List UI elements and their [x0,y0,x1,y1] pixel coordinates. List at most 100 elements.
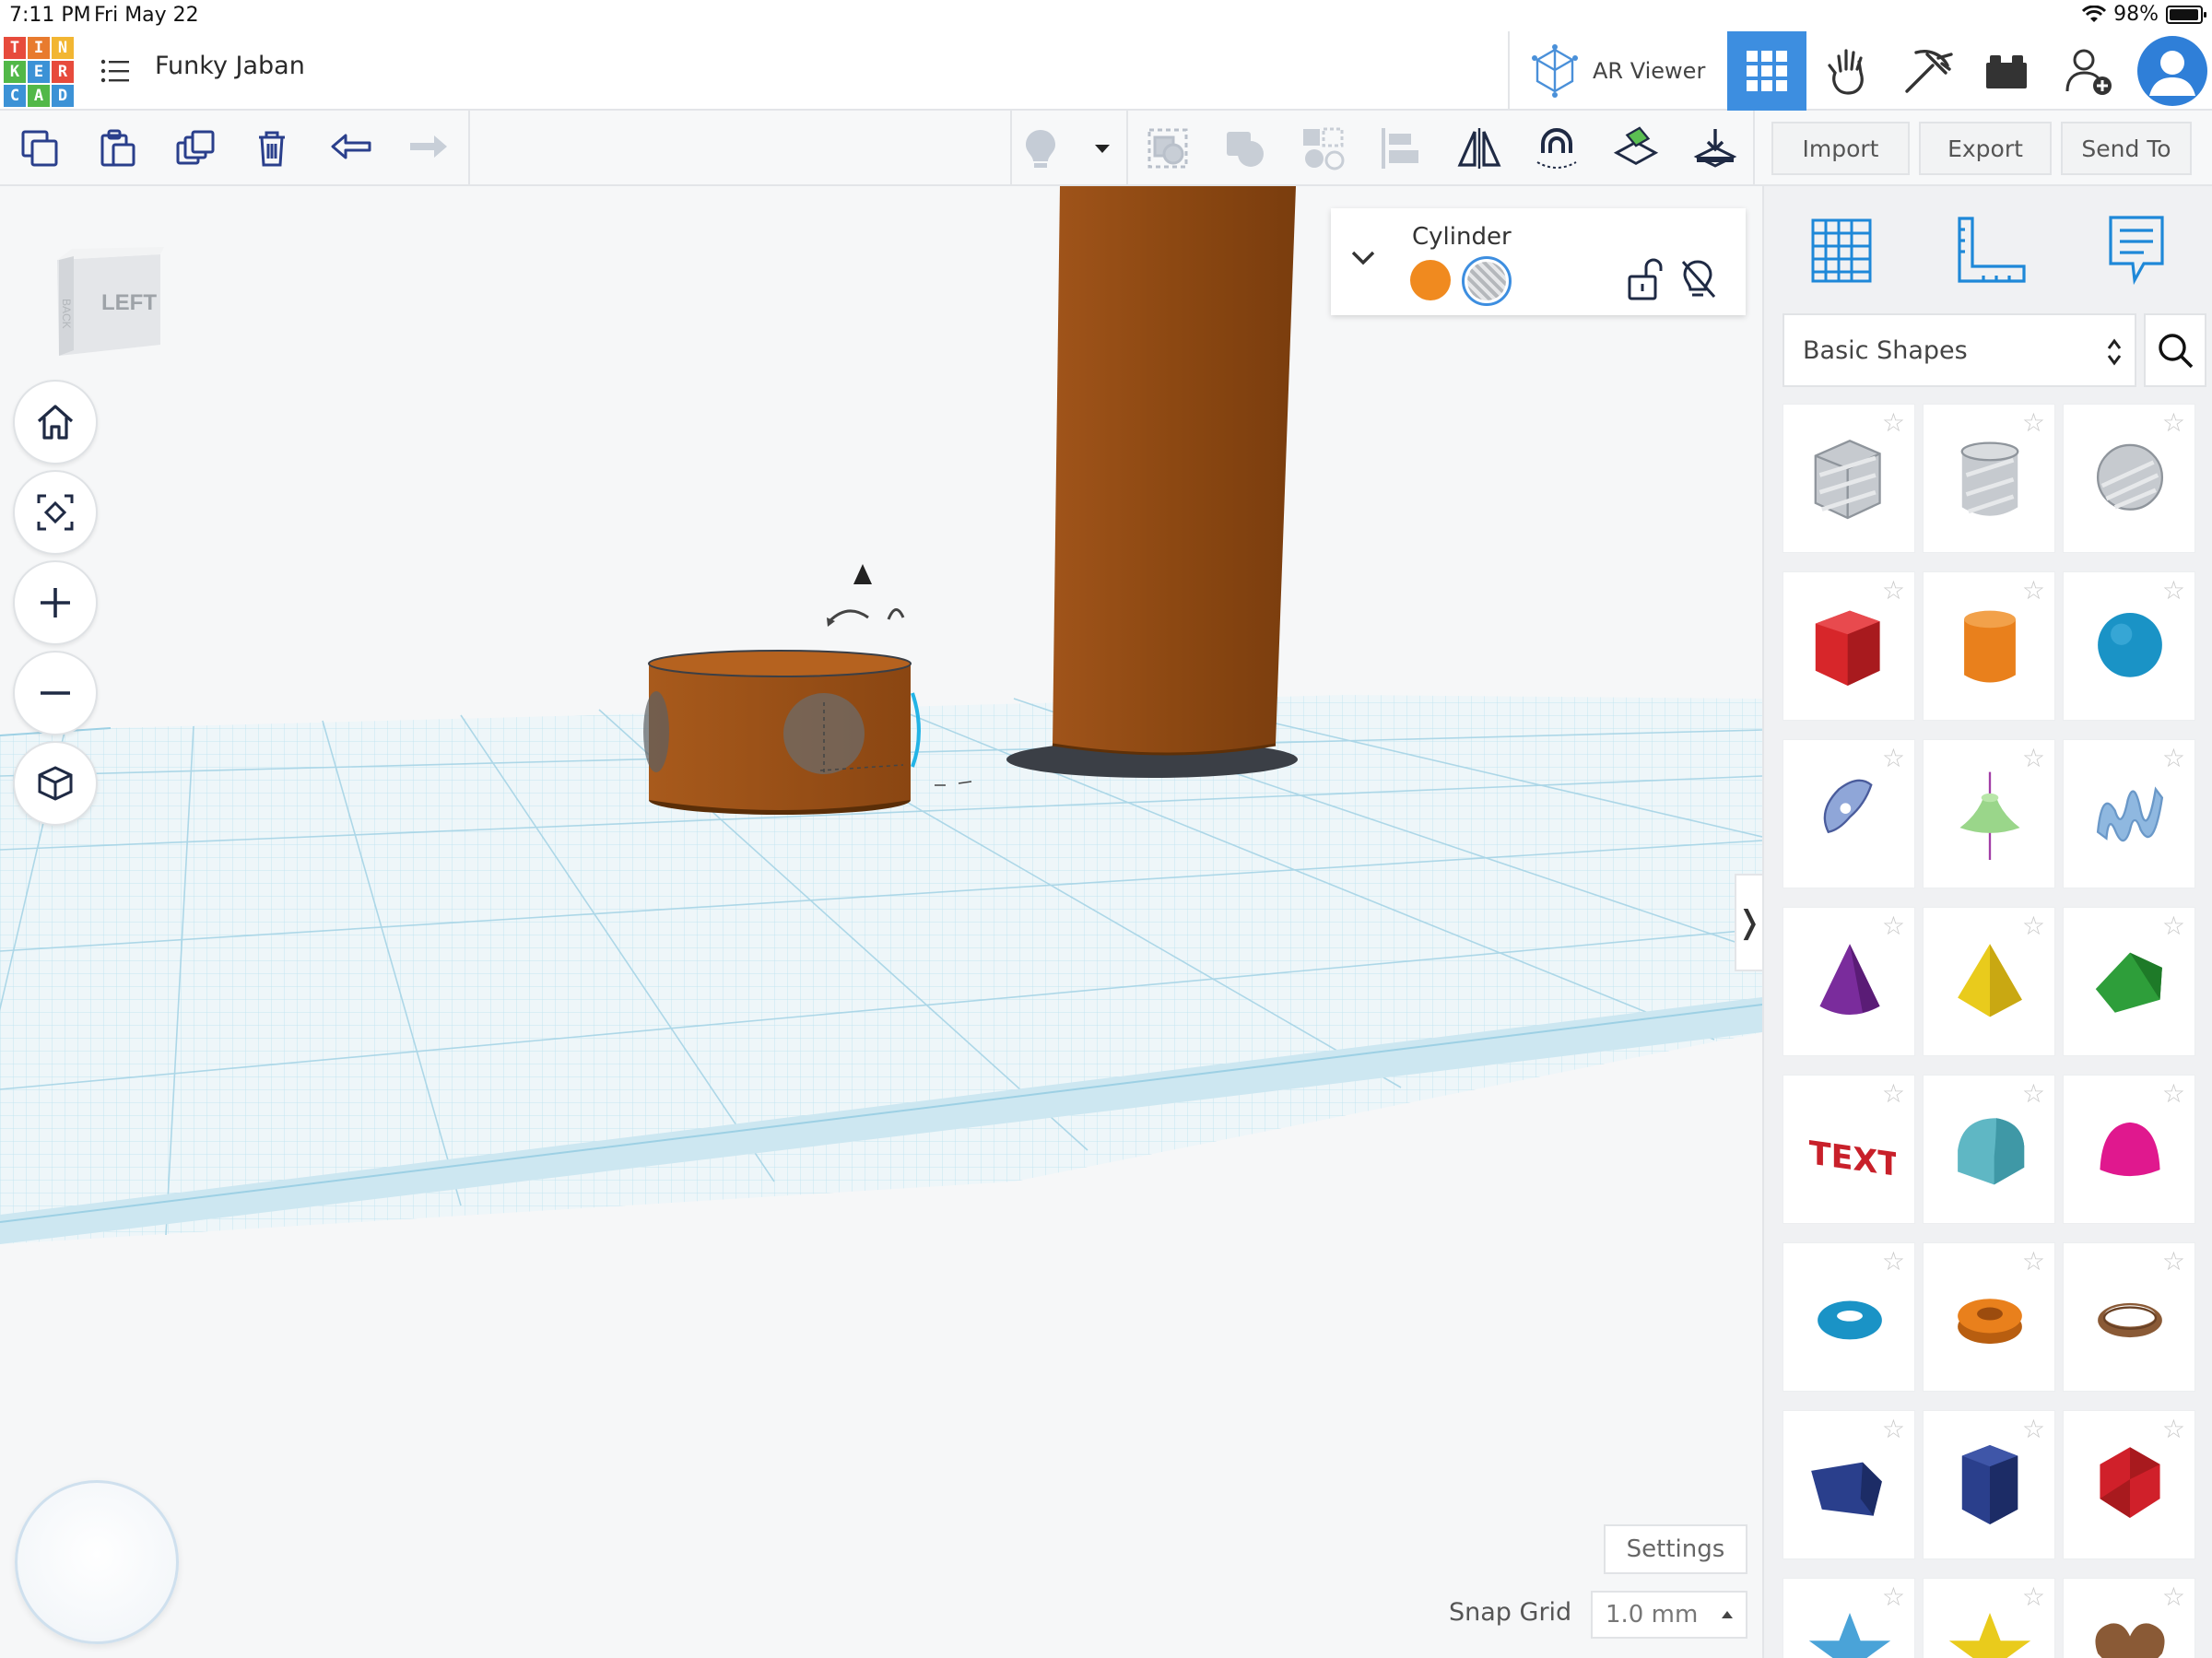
tinkercad-logo[interactable]: TIN KER CAD [4,37,74,107]
shape-ring[interactable]: ☆ [2063,1242,2195,1392]
logo-letter: C [4,85,26,107]
shape-cone[interactable]: ☆ [1783,907,1915,1056]
shape-text-wave[interactable]: ☆ [2063,739,2195,888]
logo-letter: A [28,85,50,107]
group-icon[interactable] [1145,125,1191,171]
fit-view-icon[interactable] [13,470,98,555]
shape-sphere[interactable]: ☆ [2063,571,2195,721]
logo-letter: E [28,61,50,83]
shape-star-yellow[interactable]: ☆ [1923,1578,2055,1658]
view-cube[interactable]: LEFT BACK [46,241,166,361]
align-icon[interactable] [1377,125,1423,171]
zoom-out-icon[interactable] [13,651,98,735]
shape-sphere-hole[interactable]: ☆ [2063,404,2195,553]
text-wave-icon [2096,786,2164,842]
settings-button[interactable]: Settings [1604,1524,1747,1574]
tinker-hand-icon[interactable] [1808,31,1888,111]
paste-icon[interactable] [94,125,140,171]
lift-arrow-icon[interactable] [853,564,872,584]
shape-box[interactable]: ☆ [1783,571,1915,721]
duplicate-icon[interactable] [171,125,218,171]
shape-tube[interactable]: ☆ [1923,1242,2055,1392]
hide-bulb-icon[interactable] [1677,256,1718,302]
orbit-joystick[interactable] [15,1480,179,1644]
delete-icon[interactable] [249,125,295,171]
ar-viewer-button[interactable]: AR Viewer [1508,31,1727,111]
dropdown-icon[interactable] [1080,125,1124,171]
snap-grid-select[interactable]: 1.0 mm [1591,1591,1747,1639]
pickaxe-icon[interactable] [1888,31,1967,111]
shape-text[interactable]: ☆ TEXT [1783,1075,1915,1224]
logo-letter: N [52,37,74,59]
unlock-icon[interactable] [1626,256,1663,302]
hole-swatch[interactable] [1462,256,1512,306]
profile-avatar[interactable] [2133,31,2212,111]
shape-box-hole[interactable]: ☆ [1783,404,1915,553]
shape-library-select[interactable]: Basic Shapes [1783,313,2136,387]
workplane-viewport[interactable]: LEFT BACK Cylinder Settings Snap Grid 1.… [0,186,1762,1658]
shape-heart[interactable]: ☆ [2063,1578,2195,1658]
ungroup-icon[interactable] [1222,125,1268,171]
tall-cylinder[interactable] [1053,186,1296,754]
rotate-handle-icon[interactable] [828,608,905,623]
design-menu-icon[interactable] [100,55,131,87]
shape-scribble[interactable]: ☆ [1783,739,1915,888]
magnet-icon[interactable] [1534,125,1580,171]
shape-roof[interactable]: ☆ [2063,907,2195,1056]
zoom-in-icon[interactable] [13,560,98,645]
send-to-button[interactable]: Send To [2061,122,2192,175]
home-view-icon[interactable] [13,380,98,464]
shape-torus[interactable]: ☆ [1783,1242,1915,1392]
undo-icon[interactable] [328,125,374,171]
status-time: 7:11 PM [9,4,91,27]
workplane-grid-icon[interactable] [1795,205,1888,297]
torus-icon [1818,1300,1882,1340]
ruler-icon[interactable] [1945,205,2037,297]
copy-icon[interactable] [17,125,63,171]
drop-icon[interactable] [1692,125,1738,171]
logo-letter: R [52,61,74,83]
add-user-icon[interactable] [2050,31,2129,111]
shape-half-cylinder[interactable]: ☆ [1923,1075,2055,1224]
ortho-view-icon[interactable] [13,741,98,826]
toolbar-divider [1753,111,1755,186]
notes-icon[interactable] [2090,205,2183,297]
mirror-icon[interactable] [1456,125,1502,171]
bricks-icon[interactable] [1967,31,2046,111]
snap-grid-value: 1.0 mm [1606,1601,1699,1629]
collapse-chevron-icon[interactable] [1349,249,1377,267]
ar-cube-icon [1532,44,1578,98]
ar-viewer-label: AR Viewer [1593,58,1706,84]
sphere-icon [2098,612,2162,677]
panel-toggle-chevron-icon[interactable]: ❭ [1735,874,1762,971]
shape-cylinder[interactable]: ☆ [1923,571,2055,721]
inspector-title: Cylinder [1412,223,1512,251]
svg-text:TEXT: TEXT [1809,1135,1896,1185]
hole-icon[interactable] [1300,125,1346,171]
search-icon[interactable] [2144,313,2206,387]
shape-icosahedron[interactable]: ☆ [2063,1410,2195,1559]
shape-cylinder-hole[interactable]: ☆ [1923,404,2055,553]
shape-wedge-polygon[interactable]: ☆ [1783,1410,1915,1559]
status-date: Fri May 22 [94,4,199,27]
snap-grid-label: Snap Grid [1449,1598,1572,1627]
grid-view-icon[interactable] [1727,31,1806,111]
logo-letter: D [52,85,74,107]
ring-icon [2098,1302,2162,1338]
design-title[interactable]: Funky Jaban [155,52,305,80]
redo-icon[interactable] [406,125,452,171]
workplane-icon[interactable] [1613,125,1659,171]
workplane-scene[interactable] [0,186,1762,1658]
box-hole-icon [1814,440,1881,520]
shape-shape-generator[interactable]: ☆ [1923,739,2055,888]
bulb-icon[interactable] [1018,125,1064,171]
export-button[interactable]: Export [1919,122,2052,175]
shape-paraboloid[interactable]: ☆ [2063,1075,2195,1224]
shape-star[interactable]: ☆ [1783,1578,1915,1658]
shape-pyramid[interactable]: ☆ [1923,907,2055,1056]
import-button[interactable]: Import [1771,122,1910,175]
selected-ring[interactable] [643,650,921,815]
solid-color-swatch[interactable] [1410,260,1451,300]
shape-hexagonal-prism[interactable]: ☆ [1923,1410,2055,1559]
toolbar-divider [1010,111,1012,186]
